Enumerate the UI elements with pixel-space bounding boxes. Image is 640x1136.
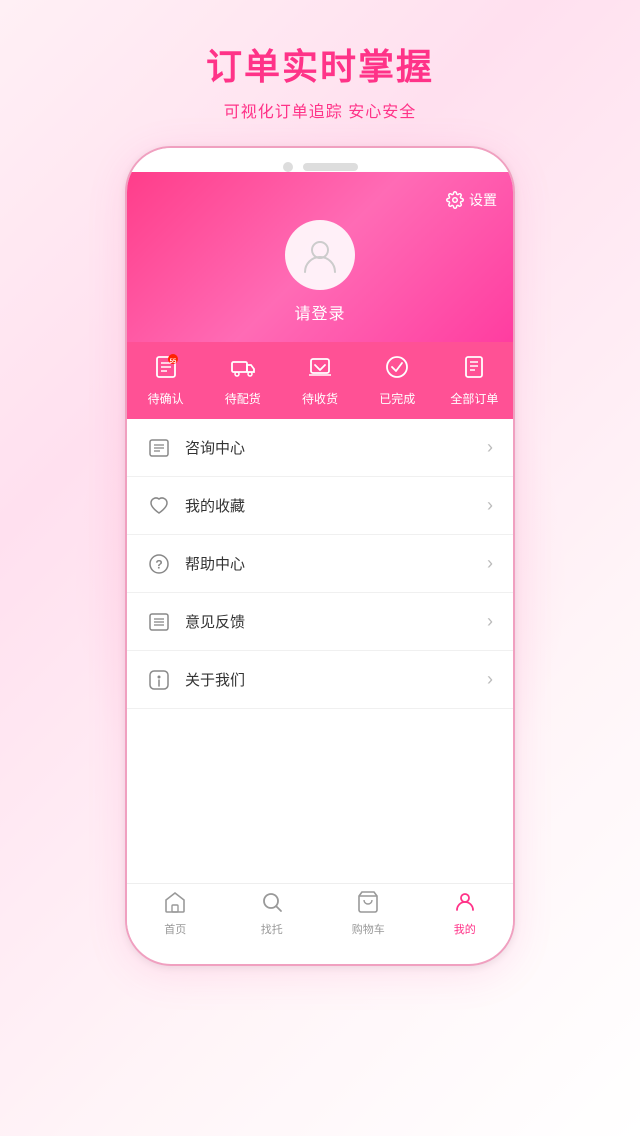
order-status-pending-receive[interactable]: 待收货	[281, 342, 358, 419]
tab-cart[interactable]: 购物车	[320, 884, 417, 943]
app-content: 设置 请登录	[127, 172, 513, 943]
favorites-label: 我的收藏	[185, 495, 487, 516]
about-icon	[147, 668, 171, 692]
pending-receive-label: 待收货	[302, 390, 338, 407]
menu-item-favorites[interactable]: 我的收藏 ›	[127, 477, 513, 535]
favorites-icon	[147, 494, 171, 518]
tab-find[interactable]: 找托	[224, 884, 321, 943]
feedback-label: 意见反馈	[185, 611, 487, 632]
page-title: 订单实时掌握	[206, 38, 434, 90]
phone-top-bar	[127, 148, 513, 172]
find-tab-label: 找托	[261, 921, 283, 937]
order-status-all[interactable]: 全部订单	[436, 342, 513, 419]
all-orders-icon	[461, 354, 487, 385]
favorites-arrow: ›	[487, 495, 493, 516]
cart-tab-icon	[356, 890, 380, 918]
tab-mine[interactable]: 我的	[417, 884, 514, 943]
pending-ship-icon	[230, 354, 256, 385]
completed-icon	[384, 354, 410, 385]
svg-text:?: ?	[155, 557, 162, 571]
completed-label: 已完成	[379, 390, 415, 407]
settings-button[interactable]: 设置	[446, 190, 497, 210]
gear-icon	[446, 191, 464, 209]
phone-frame: 设置 请登录	[125, 146, 515, 966]
consultation-label: 咨询中心	[185, 437, 487, 458]
mine-tab-label: 我的	[454, 921, 476, 937]
help-arrow: ›	[487, 553, 493, 574]
help-icon: ?	[147, 552, 171, 576]
pending-confirm-label: 待确认	[148, 390, 184, 407]
settings-row: 设置	[143, 190, 497, 210]
settings-label: 设置	[469, 190, 497, 210]
menu-item-feedback[interactable]: 意见反馈 ›	[127, 593, 513, 651]
order-status-bar: 55 待确认 待配货	[127, 342, 513, 419]
order-status-pending-confirm[interactable]: 55 待确认	[127, 342, 204, 419]
feedback-icon	[147, 610, 171, 634]
about-arrow: ›	[487, 669, 493, 690]
order-status-pending-ship[interactable]: 待配货	[204, 342, 281, 419]
home-tab-icon	[163, 890, 187, 918]
phone-camera	[283, 162, 293, 172]
about-label: 关于我们	[185, 669, 487, 690]
tab-home[interactable]: 首页	[127, 884, 224, 943]
menu-item-help[interactable]: ? 帮助中心 ›	[127, 535, 513, 593]
avatar-icon	[301, 236, 339, 274]
home-tab-label: 首页	[164, 921, 186, 937]
feedback-arrow: ›	[487, 611, 493, 632]
page-header: 订单实时掌握 可视化订单追踪 安心安全	[206, 38, 434, 122]
menu-item-consultation[interactable]: 咨询中心 ›	[127, 419, 513, 477]
avatar-section[interactable]: 请登录	[143, 220, 497, 342]
pending-ship-label: 待配货	[225, 390, 261, 407]
mine-tab-icon	[453, 890, 477, 918]
consultation-icon	[147, 436, 171, 460]
all-orders-label: 全部订单	[450, 390, 498, 407]
cart-tab-label: 购物车	[352, 921, 385, 937]
menu-item-about[interactable]: 关于我们 ›	[127, 651, 513, 709]
tab-bar: 首页 找托	[127, 883, 513, 943]
order-status-completed[interactable]: 已完成	[359, 342, 436, 419]
svg-text:55: 55	[169, 359, 176, 365]
pending-receive-icon	[307, 354, 333, 385]
profile-header: 设置 请登录	[127, 172, 513, 342]
phone-speaker	[303, 163, 358, 171]
login-prompt: 请登录	[294, 300, 345, 324]
avatar	[285, 220, 355, 290]
help-label: 帮助中心	[185, 553, 487, 574]
page-subtitle: 可视化订单追踪 安心安全	[206, 98, 434, 122]
pending-confirm-icon: 55	[153, 354, 179, 385]
consultation-arrow: ›	[487, 437, 493, 458]
find-tab-icon	[260, 890, 284, 918]
menu-list: 咨询中心 › 我的收藏 › ?	[127, 419, 513, 883]
